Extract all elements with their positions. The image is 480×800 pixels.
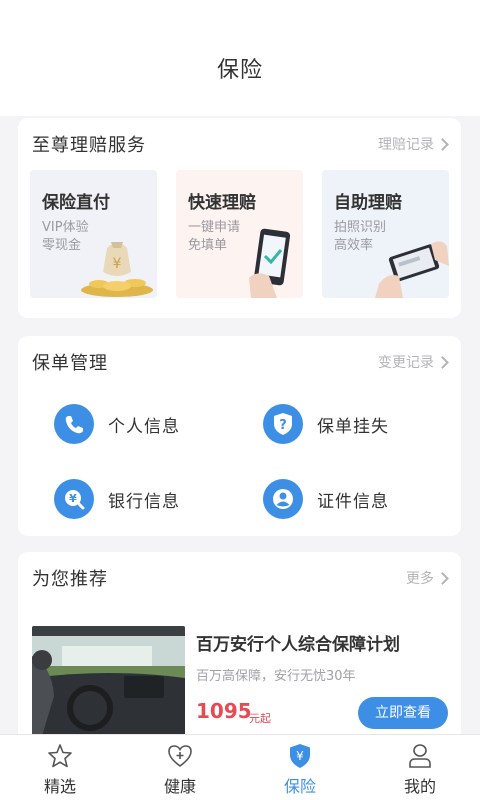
camera-phone-icon — [375, 241, 449, 298]
direct-pay-tile[interactable]: 保险直付 VIP体验 零现金 ¥ — [30, 170, 157, 298]
chevron-right-icon — [436, 355, 449, 369]
shield-question-icon: ? — [263, 404, 303, 444]
star-icon — [48, 744, 72, 768]
tab-featured[interactable]: 精选 — [0, 735, 120, 800]
policy-loss-report-item[interactable]: ? 保单挂失 — [263, 404, 389, 444]
product-image[interactable] — [32, 626, 185, 736]
tab-insurance[interactable]: ¥ 保险 — [240, 735, 360, 800]
heart-plus-icon — [168, 745, 192, 767]
product-price: 1095 — [196, 699, 252, 723]
bank-info-item[interactable]: ¥ 银行信息 — [54, 479, 180, 519]
id-document-info-item[interactable]: 证件信息 — [263, 479, 389, 519]
claims-record-link[interactable]: 理赔记录 — [378, 134, 449, 154]
page-title: 保险 — [216, 58, 263, 83]
chevron-right-icon — [436, 571, 449, 585]
yen-search-icon: ¥ — [54, 479, 94, 519]
user-icon — [409, 744, 431, 768]
shield-yen-icon: ¥ — [290, 744, 310, 768]
product-name[interactable]: 百万安行个人综合保障计划 — [196, 630, 400, 655]
personal-info-item[interactable]: 个人信息 — [54, 404, 180, 444]
tab-mine[interactable]: 我的 — [360, 735, 480, 800]
recommend-card: 为您推荐 更多 百万安行个人综合保障计划 百万高保障，安行无忧30年 1095 … — [18, 552, 461, 752]
svg-text:?: ? — [279, 418, 287, 433]
fast-claim-tile[interactable]: 快速理赔 一键申请 免填单 — [176, 170, 303, 298]
svg-text:¥: ¥ — [113, 256, 122, 272]
price-unit: 元起 — [249, 712, 271, 725]
tab-health[interactable]: 健康 — [120, 735, 240, 800]
person-icon — [263, 479, 303, 519]
product-description: 百万高保障，安行无忧30年 — [196, 669, 356, 684]
recommend-section-title: 为您推荐 — [32, 569, 108, 590]
top-bar: 保险 — [0, 0, 480, 116]
self-claim-tile[interactable]: 自助理赔 拍照识别 高效率 — [322, 170, 449, 298]
claims-section-title: 至尊理赔服务 — [32, 135, 146, 156]
change-record-link[interactable]: 变更记录 — [378, 352, 449, 372]
bottom-tab-bar: 精选 健康 ¥ 保险 我的 — [0, 734, 480, 800]
phone-icon — [54, 404, 94, 444]
more-link[interactable]: 更多 — [406, 568, 449, 588]
chevron-right-icon — [436, 137, 449, 151]
claims-service-card: 至尊理赔服务 理赔记录 保险直付 VIP体验 零现金 ¥ 快速理赔 一键申请 免… — [18, 118, 461, 318]
view-now-button[interactable]: 立即查看 — [358, 697, 448, 729]
policy-management-card: 保单管理 变更记录 个人信息 ? 保单挂失 ¥ 银行信息 证件信息 — [18, 336, 461, 536]
money-bag-icon: ¥ — [81, 242, 153, 297]
svg-text:¥: ¥ — [69, 492, 77, 505]
policy-section-title: 保单管理 — [32, 353, 108, 374]
svg-text:¥: ¥ — [296, 749, 304, 763]
phone-check-icon — [249, 228, 291, 298]
